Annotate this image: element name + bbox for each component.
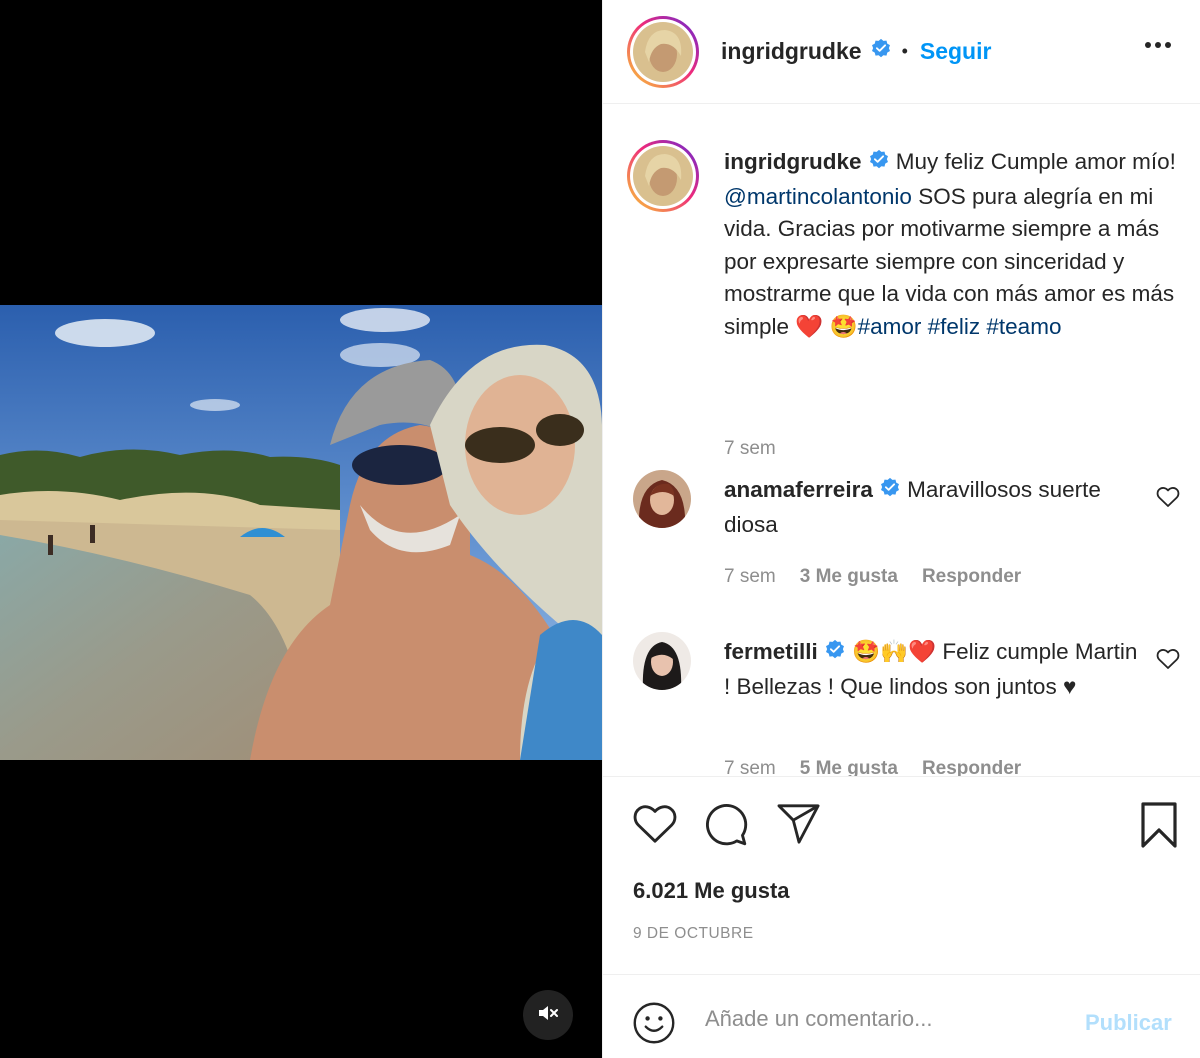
reply-button[interactable]: Responder (922, 566, 1021, 588)
comment-timestamp[interactable]: 7 sem (724, 566, 776, 588)
caption-text: ingridgrudke Muy feliz Cumple amor mío! … (724, 146, 1184, 343)
comment-text: anamaferreira Maravillosos suerte diosa (724, 474, 1144, 541)
heart-icon[interactable] (1156, 486, 1180, 513)
comment-author[interactable]: anamaferreira (724, 477, 873, 502)
caption-body: Muy feliz Cumple amor mío! (889, 149, 1176, 174)
comment-text: fermetilli 🤩🙌❤️ Feliz cumple Martin ! Be… (724, 636, 1144, 703)
post-photo (0, 305, 602, 760)
heart-icon[interactable] (632, 803, 678, 850)
add-comment-bar: Publicar (603, 974, 1200, 1058)
hashtag-amor[interactable]: #amor (858, 314, 922, 339)
author-username[interactable]: ingridgrudke (721, 38, 862, 65)
verified-badge-icon (870, 38, 892, 65)
separator-dot: • (901, 41, 908, 61)
comment-input[interactable] (705, 1002, 1065, 1036)
smiley-icon[interactable] (632, 1001, 676, 1050)
comment-timestamp[interactable]: 7 sem (724, 758, 776, 776)
comment-likes[interactable]: 3 Me gusta (800, 566, 898, 588)
bookmark-icon[interactable] (1138, 801, 1180, 854)
likes-count[interactable]: 6.021 Me gusta (633, 878, 790, 904)
comment-avatar[interactable] (633, 470, 691, 528)
follow-button[interactable]: Seguir (920, 38, 992, 65)
heart-icon[interactable] (1156, 648, 1180, 675)
comment-avatar[interactable] (633, 632, 691, 690)
verified-badge-icon (879, 476, 901, 509)
mute-button[interactable] (523, 990, 573, 1040)
post-date[interactable]: 9 DE OCTUBRE (633, 925, 754, 943)
comments-list[interactable]: ingridgrudke Muy feliz Cumple amor mío! … (603, 104, 1200, 776)
comment-author[interactable]: fermetilli (724, 639, 818, 664)
comment-likes[interactable]: 5 Me gusta (800, 758, 898, 776)
reply-button[interactable]: Responder (922, 758, 1021, 776)
author-avatar[interactable] (627, 15, 699, 88)
caption-mention[interactable]: @martincolantonio (724, 184, 912, 209)
caption-timestamp[interactable]: 7 sem (724, 438, 776, 460)
post-media[interactable] (0, 0, 602, 1058)
post-header: ingridgrudke • Seguir (603, 0, 1200, 104)
speaker-muted-icon (536, 1001, 560, 1030)
hashtag-teamo[interactable]: #teamo (986, 314, 1061, 339)
more-options-icon[interactable] (1145, 36, 1171, 54)
comment-bubble-icon[interactable] (703, 802, 749, 853)
hashtag-feliz[interactable]: #feliz (928, 314, 981, 339)
post-details-panel: ingridgrudke • Seguir ingridgrudke Muy f… (602, 0, 1200, 1058)
publish-button[interactable]: Publicar (1085, 1010, 1172, 1036)
verified-badge-icon (868, 148, 890, 181)
verified-badge-icon (824, 638, 846, 671)
caption-author-username[interactable]: ingridgrudke (724, 149, 862, 174)
comment-meta: 7 sem 3 Me gusta Responder (724, 566, 1021, 588)
caption-author-avatar[interactable] (627, 140, 699, 212)
paper-plane-icon[interactable] (776, 803, 822, 850)
comment-meta: 7 sem 5 Me gusta Responder (724, 758, 1021, 776)
post-actions: 6.021 Me gusta 9 DE OCTUBRE (603, 776, 1200, 974)
